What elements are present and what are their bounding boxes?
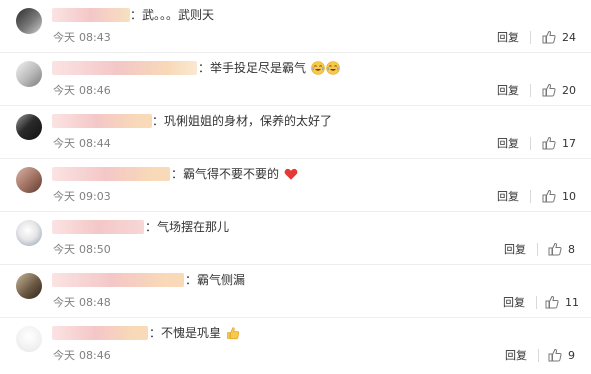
like-count: 17 [562,137,576,150]
avatar[interactable] [16,61,42,87]
thumbs-up-icon [542,136,556,150]
divider [530,137,531,150]
like-count: 9 [568,349,575,362]
comment-date: 今天 [53,137,75,150]
thumbs-up-icon [542,189,556,203]
comment-text-body: ：举手投足尽是霸气 [198,61,307,75]
comment-timestamp: 今天 08:43 [53,31,111,45]
avatar[interactable] [16,8,42,34]
comment-date: 今天 [53,243,75,256]
comment-item: ：不愧是巩皇 今天 08:46 回复 9 [0,318,591,374]
like-count: 24 [562,31,576,44]
like-count: 8 [568,243,575,256]
divider [537,243,538,256]
comment-time: 09:03 [79,190,111,203]
comment-text-body: ：气场摆在那儿 [145,220,230,234]
comment-text: ：气场摆在那儿 [145,218,229,236]
comment-time: 08:44 [79,137,111,150]
avatar[interactable] [16,326,42,352]
crying-laughing-emoji-icon [326,61,340,75]
comment-item: ：气场摆在那儿 今天 08:50 回复 8 [0,212,591,265]
comment-item: ：霸气得不要不要的 今天 09:03 回复 10 [0,159,591,212]
comment-date: 今天 [53,296,75,309]
comment-date: 今天 [53,31,75,44]
thumbs-up-icon [548,242,562,256]
like-count: 20 [562,84,576,97]
comment-text: ：举手投足尽是霸气 [198,59,340,77]
comment-item: ：举手投足尽是霸气 今天 08:46 回复 20 [0,53,591,106]
like-count: 10 [562,190,576,203]
username-blurred[interactable] [52,114,152,128]
comment-time: 08:48 [79,296,111,309]
divider [538,349,539,362]
thumbs-up-emoji-icon [227,327,239,340]
comment-time: 08:46 [79,84,111,97]
comment-text: ：霸气侧漏 [185,271,245,289]
avatar[interactable] [16,220,42,246]
comment-item: ：巩俐姐姐的身材，保养的太好了 今天 08:44 回复 17 [0,106,591,159]
comment-text: ：巩俐姐姐的身材，保养的太好了 [152,112,332,130]
username-blurred[interactable] [52,8,130,22]
comment-text: ：霸气得不要不要的 [171,165,298,183]
comment-date: 今天 [53,190,75,203]
comment-timestamp: 今天 08:50 [53,243,111,257]
avatar[interactable] [16,114,42,140]
avatar[interactable] [16,273,42,299]
comment-text: ：不愧是巩皇 [149,324,240,342]
username-blurred[interactable] [52,273,184,287]
comment-item: ：霸气侧漏 今天 08:48 回复 11 [0,265,591,318]
comment-time: 08:43 [79,31,111,44]
comment-text-body: ：霸气侧漏 [185,273,246,287]
comment-time: 08:50 [79,243,111,256]
reply-button[interactable]: 回复 [497,31,519,45]
username-blurred[interactable] [52,326,148,340]
reply-button[interactable]: 回复 [497,190,519,204]
comment-timestamp: 今天 08:48 [53,296,111,310]
reply-button[interactable]: 回复 [504,243,526,257]
thumbs-up-icon [542,30,556,44]
thumbs-up-icon [545,295,559,309]
reply-button[interactable]: 回复 [503,296,525,310]
divider [530,190,531,203]
comment-text-body: ：不愧是巩皇 [149,326,222,340]
comment-date: 今天 [53,349,75,362]
comment-text-body: ：巩俐姐姐的身材，保养的太好了 [152,114,333,128]
comment-item: ：武。。。武则天 今天 08:43 回复 24 [0,0,591,53]
comment-timestamp: 今天 08:46 [53,84,111,98]
divider [530,84,531,97]
thumbs-up-icon [542,83,556,97]
thumbs-up-icon [548,348,562,362]
comment-text: ：武。。。武则天 [130,6,214,24]
divider [536,296,537,309]
red-heart-emoji-icon [284,168,298,180]
comment-timestamp: 今天 08:46 [53,349,111,363]
crying-laughing-emoji-icon [311,61,325,75]
comment-time: 08:46 [79,349,111,362]
comment-date: 今天 [53,84,75,97]
username-blurred[interactable] [52,167,170,181]
comment-timestamp: 今天 08:44 [53,137,111,151]
username-blurred[interactable] [52,220,144,234]
comment-timestamp: 今天 09:03 [53,190,111,204]
like-count: 11 [565,296,579,309]
avatar[interactable] [16,167,42,193]
username-blurred[interactable] [52,61,197,75]
divider [530,31,531,44]
comment-text-body: ：霸气得不要不要的 [171,167,280,181]
reply-button[interactable]: 回复 [505,349,527,363]
reply-button[interactable]: 回复 [497,84,519,98]
comment-text-body: ：武。。。武则天 [130,8,215,22]
reply-button[interactable]: 回复 [497,137,519,151]
